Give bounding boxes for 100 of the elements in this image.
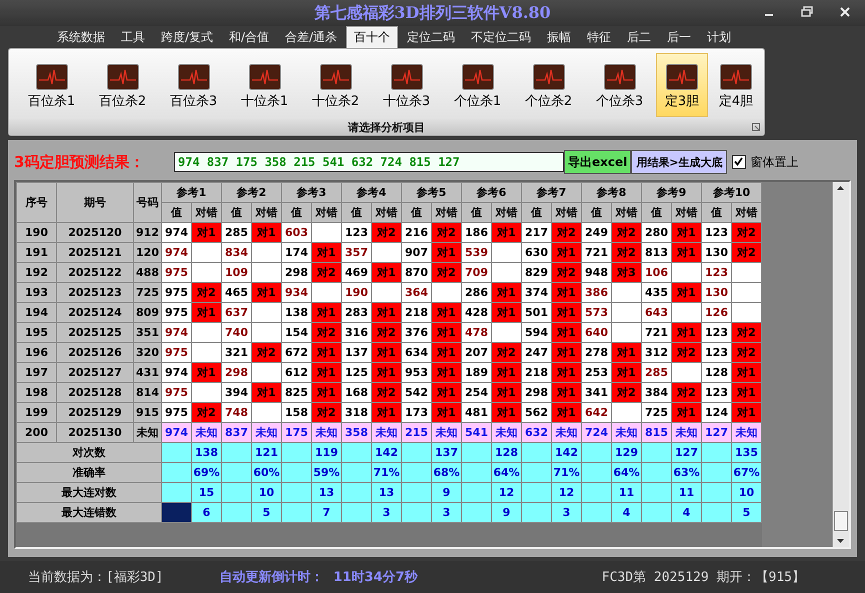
table-cell: 128 — [492, 442, 522, 462]
table-cell: 60% — [252, 462, 282, 482]
table-cell: 2025122 — [56, 262, 134, 282]
selected-cell[interactable] — [162, 502, 192, 522]
table-cell: 975 — [162, 262, 192, 282]
analysis-button[interactable]: 个位杀3 — [585, 53, 654, 117]
table-cell: 对1 — [372, 362, 402, 382]
checkbox[interactable] — [732, 155, 746, 169]
table-cell: 200 — [16, 422, 56, 442]
table-cell: 对1 — [432, 342, 462, 362]
table-cell: 196 — [16, 342, 56, 362]
table-cell: 815 — [642, 422, 672, 442]
result-label: 3码定胆预测结果： — [14, 152, 146, 172]
analysis-button[interactable]: 百位杀1 — [17, 53, 86, 117]
table-cell: 351 — [134, 322, 162, 342]
table-cell: 709 — [462, 262, 492, 282]
table-cell: 109 — [222, 262, 252, 282]
menu-tab[interactable]: 跨度/复式 — [154, 26, 220, 48]
table-cell: 对1 — [492, 382, 522, 402]
table-cell: 358 — [342, 422, 372, 442]
table-cell: 对2 — [732, 322, 762, 342]
column-header: 序号 — [16, 182, 56, 222]
analysis-button[interactable]: 个位杀1 — [443, 53, 512, 117]
table-cell: 对2 — [552, 262, 582, 282]
analysis-button[interactable]: 百位杀3 — [159, 53, 228, 117]
restore-icon[interactable] — [801, 6, 813, 18]
table-cell: 934 — [282, 282, 312, 302]
countdown-label: 自动更新倒计时： — [219, 568, 324, 586]
table-cell: 对1 — [432, 322, 462, 342]
menu-tab[interactable]: 和/合值 — [222, 26, 276, 48]
table-cell: 138 — [192, 442, 222, 462]
scroll-thumb[interactable] — [834, 511, 848, 531]
menu-tab[interactable]: 工具 — [114, 26, 152, 48]
table-cell: 127 — [702, 422, 732, 442]
table-cell: 未知 — [672, 422, 702, 442]
table-cell: 643 — [642, 302, 672, 322]
table-cell: 2025128 — [56, 382, 134, 402]
result-field[interactable]: 974 837 175 358 215 541 632 724 815 127 — [174, 152, 564, 172]
column-header: 期号 — [56, 182, 134, 222]
menu-tab[interactable]: 振幅 — [540, 26, 578, 48]
menu-tab[interactable]: 系统数据 — [50, 26, 112, 48]
table-cell: 974 — [162, 322, 192, 342]
table-cell: 对2 — [192, 402, 222, 422]
column-header: 值 — [462, 202, 492, 222]
menu-tab[interactable]: 后一 — [660, 26, 698, 48]
table-cell: 63% — [672, 462, 702, 482]
menu-tab[interactable]: 不定位二码 — [464, 26, 538, 48]
table-cell: 2025121 — [56, 242, 134, 262]
table-cell: 12 — [552, 482, 582, 502]
table-cell: 最大连错数 — [16, 502, 162, 522]
analysis-button[interactable]: 定3胆 — [656, 53, 708, 117]
checkbox-label: 窗体置上 — [750, 154, 798, 170]
table-cell: 197 — [16, 362, 56, 382]
table-cell: 对2 — [372, 322, 402, 342]
table-cell: 123 — [702, 262, 732, 282]
menu-tab[interactable]: 计划 — [700, 26, 738, 48]
heartbeat-icon — [106, 64, 138, 90]
analysis-button[interactable]: 十位杀3 — [372, 53, 441, 117]
menu-tab[interactable]: 百十个 — [346, 26, 398, 48]
table-cell: 对1 — [432, 362, 462, 382]
table-cell: 190 — [16, 222, 56, 242]
menu-tab[interactable]: 合差/通杀 — [278, 26, 344, 48]
table-cell: 对1 — [492, 282, 522, 302]
table-cell: 67% — [732, 462, 762, 482]
table-cell: 对1 — [312, 362, 342, 382]
table-cell: 对1 — [552, 322, 582, 342]
table-cell: 193 — [16, 282, 56, 302]
menu-tab[interactable]: 特征 — [580, 26, 618, 48]
scrollbar[interactable] — [832, 182, 849, 547]
close-icon[interactable] — [839, 6, 851, 18]
menu-tab[interactable]: 定位二码 — [400, 26, 462, 48]
menu-tab[interactable]: 后二 — [620, 26, 658, 48]
table-cell: 对2 — [252, 342, 282, 362]
table-cell: 对1 — [552, 382, 582, 402]
analysis-button[interactable]: 定4胆 — [710, 53, 762, 117]
table-cell: 4 — [612, 502, 642, 522]
column-header: 参考5 — [402, 182, 462, 202]
table-cell: 对1 — [252, 222, 282, 242]
export-button[interactable]: 导出excel — [564, 150, 632, 174]
dialog-launcher-icon[interactable] — [752, 123, 760, 131]
analysis-button[interactable]: 个位杀2 — [514, 53, 583, 117]
column-header: 参考6 — [462, 182, 522, 202]
table-cell: 68% — [432, 462, 462, 482]
analysis-button[interactable]: 十位杀2 — [301, 53, 370, 117]
table-cell: 64% — [492, 462, 522, 482]
table-cell: 对1 — [432, 242, 462, 262]
column-header: 值 — [342, 202, 372, 222]
analysis-button[interactable]: 百位杀2 — [88, 53, 157, 117]
column-header: 值 — [282, 202, 312, 222]
column-header: 参考3 — [282, 182, 342, 202]
table-cell: 539 — [462, 242, 492, 262]
column-header: 值 — [522, 202, 552, 222]
analysis-button[interactable]: 十位杀1 — [230, 53, 299, 117]
window-title: 第七感福彩3D排列三软件V8.80 — [314, 2, 551, 24]
status-text: FC3D第 2025129 期开：【915】 — [602, 569, 805, 586]
table-cell: 对1 — [552, 242, 582, 262]
table-cell: 对1 — [192, 222, 222, 242]
table-cell: 对1 — [372, 342, 402, 362]
generate-button[interactable]: 用结果>生成大底 — [631, 150, 728, 174]
table-cell: 对2 — [432, 222, 462, 242]
